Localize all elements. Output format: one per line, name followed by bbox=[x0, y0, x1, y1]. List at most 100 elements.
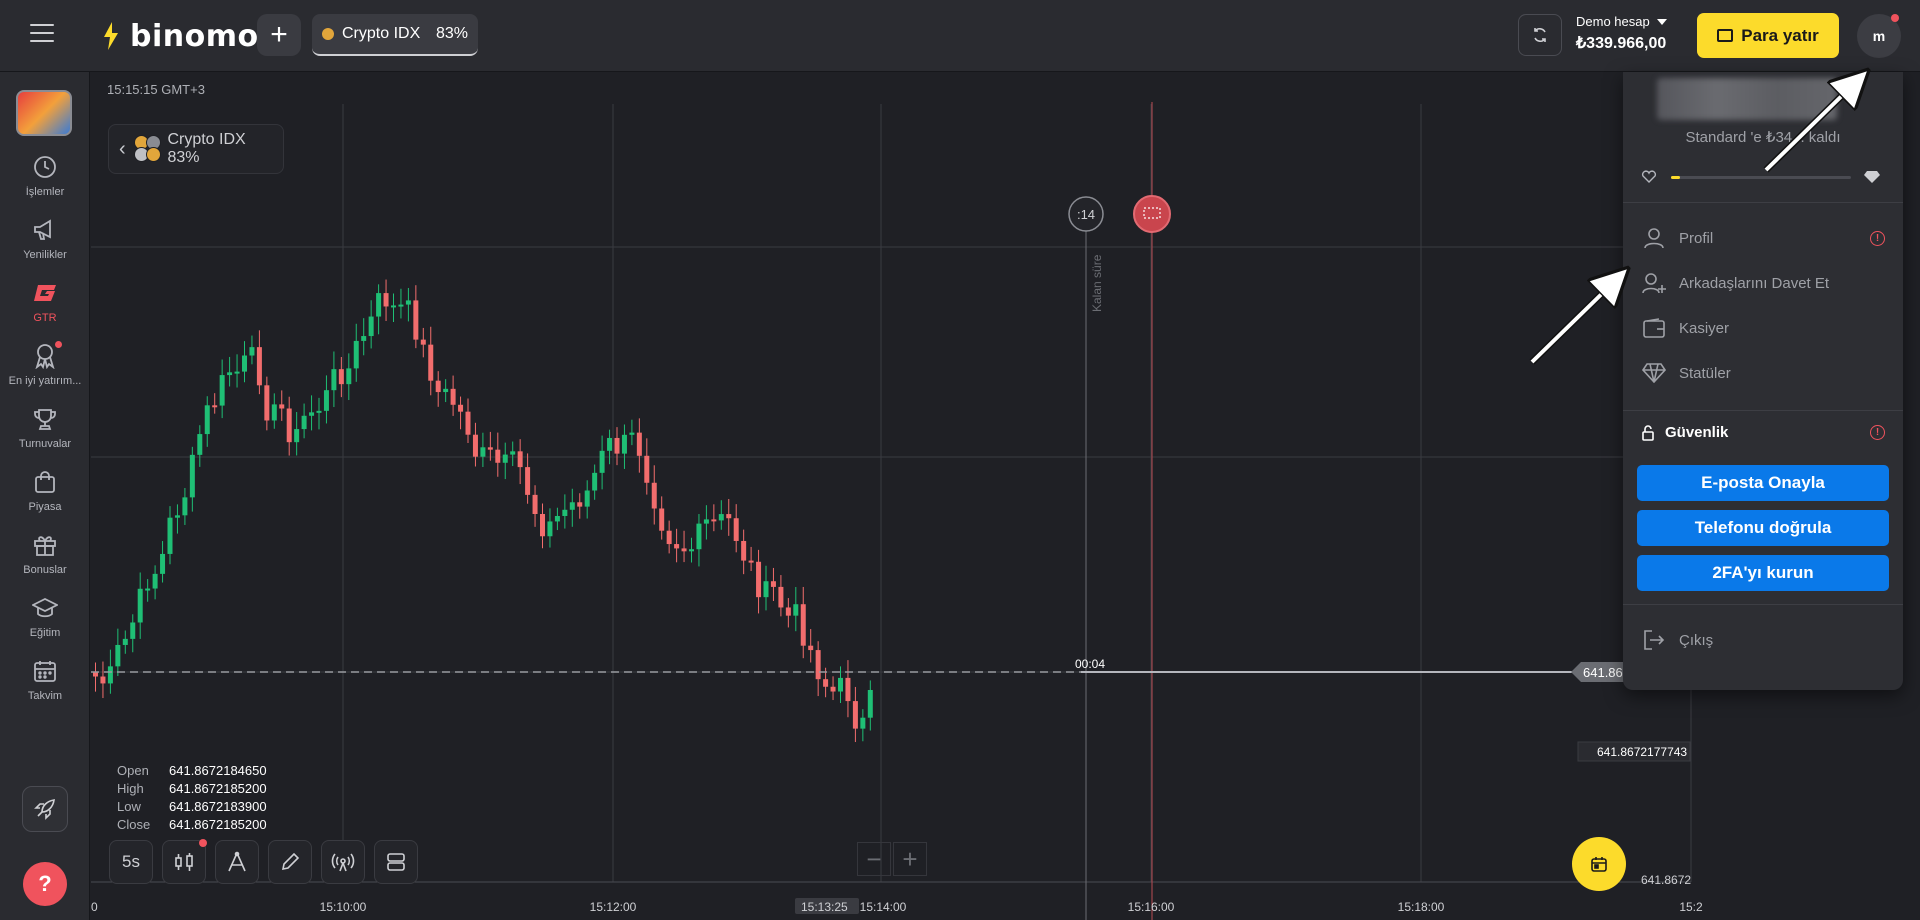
zoom-out-button[interactable]: − bbox=[857, 842, 891, 876]
candle bbox=[219, 375, 225, 406]
sidebar-item-education[interactable]: Eğitim bbox=[0, 595, 90, 639]
x-tick-label: 15:14:00 bbox=[860, 900, 907, 914]
hamburger-menu-icon[interactable] bbox=[30, 24, 54, 44]
sidebar-item-calendar[interactable]: Takvim bbox=[0, 658, 90, 702]
asset-tab-crypto-idx[interactable]: Crypto IDX 83% bbox=[312, 14, 478, 56]
rocket-icon[interactable] bbox=[22, 786, 68, 832]
candle bbox=[167, 517, 173, 554]
candle bbox=[443, 388, 449, 393]
countdown-label: 00:04 bbox=[1075, 657, 1105, 671]
logo-text: binomo bbox=[130, 18, 259, 54]
add-asset-button[interactable]: + bbox=[257, 14, 301, 56]
x-tick-label: 15:13:25 bbox=[801, 900, 848, 914]
candle bbox=[659, 508, 665, 531]
economic-calendar-button[interactable] bbox=[1572, 837, 1626, 891]
current-price-tag: 641.86 bbox=[1583, 665, 1623, 680]
deposit-button[interactable]: Para yatır bbox=[1697, 13, 1839, 58]
sidebar-item-label: İşlemler bbox=[25, 186, 65, 198]
candle bbox=[100, 676, 106, 684]
candle bbox=[405, 300, 411, 305]
candle bbox=[621, 434, 627, 454]
x-tick-label: 0 bbox=[91, 900, 98, 914]
verify-phone-button[interactable]: Telefonu doğrula bbox=[1637, 510, 1889, 546]
layout-icon[interactable] bbox=[374, 840, 418, 884]
setup-2fa-button[interactable]: 2FA'yı kurun bbox=[1637, 555, 1889, 591]
candle bbox=[122, 638, 128, 645]
pencil-icon[interactable] bbox=[268, 840, 312, 884]
asset-info-button[interactable]: ‹ Crypto IDX 83% bbox=[108, 124, 284, 174]
blurred-user-name bbox=[1657, 78, 1837, 120]
candle bbox=[383, 293, 389, 307]
candle bbox=[212, 405, 218, 408]
candle bbox=[703, 519, 709, 524]
security-title: Güvenlik bbox=[1665, 424, 1729, 441]
candle bbox=[644, 455, 650, 483]
candle bbox=[353, 340, 359, 369]
ohlc-high-value: 641.8672185200 bbox=[169, 781, 267, 796]
candle bbox=[309, 412, 315, 416]
avatar[interactable]: m bbox=[1857, 14, 1901, 58]
x-tick-label: 15:12:00 bbox=[590, 900, 637, 914]
candle bbox=[458, 404, 464, 412]
candlestick-icon[interactable] bbox=[162, 839, 207, 884]
candle bbox=[480, 447, 486, 457]
candle bbox=[689, 549, 694, 552]
candle bbox=[577, 502, 583, 507]
gift-icon bbox=[32, 532, 58, 558]
candle bbox=[413, 300, 419, 340]
sidebar-item-label: GTR bbox=[33, 312, 57, 324]
expiry-badge-label: :14 bbox=[1077, 207, 1095, 222]
candle bbox=[517, 451, 523, 468]
candle bbox=[525, 467, 531, 495]
timeframe-button[interactable]: 5s bbox=[109, 840, 153, 884]
candle bbox=[592, 472, 598, 491]
account-selector[interactable]: Demo hesap ₺339.966,00 bbox=[1576, 14, 1667, 56]
x-tick-label: 15:18:00 bbox=[1398, 900, 1445, 914]
candle bbox=[189, 454, 195, 498]
menu-item-invite-friends[interactable]: Arkadaşlarını Davet Et bbox=[1641, 267, 1885, 299]
candle bbox=[845, 677, 851, 702]
zoom-in-button[interactable]: + bbox=[893, 842, 927, 876]
sidebar-item-tournaments[interactable]: Turnuvalar bbox=[0, 406, 90, 450]
calendar-icon bbox=[32, 658, 58, 684]
candle bbox=[636, 432, 642, 456]
signals-icon[interactable] bbox=[321, 840, 365, 884]
candle bbox=[756, 561, 762, 598]
asset-info-label: Crypto IDX 83% bbox=[167, 131, 246, 166]
menu-item-logout[interactable]: Çıkış bbox=[1641, 624, 1885, 656]
sidebar-item-gtr[interactable]: GTR bbox=[0, 280, 90, 324]
sidebar-item-bonuses[interactable]: Bonuslar bbox=[0, 532, 90, 576]
sidebar-item-label: Takvim bbox=[27, 690, 63, 702]
candle bbox=[733, 518, 739, 541]
menu-item-profile[interactable]: Profil ! bbox=[1641, 222, 1885, 254]
binomo-logo[interactable]: binomo bbox=[100, 18, 259, 54]
sidebar-item-trades[interactable]: İşlemler bbox=[0, 154, 90, 198]
drawing-tools-icon[interactable] bbox=[215, 840, 259, 884]
help-icon[interactable]: ? bbox=[23, 862, 67, 906]
candle bbox=[711, 519, 717, 522]
sidebar-item-top-investors[interactable]: En iyi yatırım... bbox=[0, 341, 90, 387]
ohlc-close-label: Close bbox=[117, 817, 151, 832]
app-root: binomo + Crypto IDX 83% Demo hesap ₺339.… bbox=[0, 0, 1920, 920]
sidebar-item-market[interactable]: Piyasa bbox=[0, 469, 90, 513]
verify-email-button[interactable]: E-posta Onayla bbox=[1637, 465, 1889, 501]
menu-item-statuses[interactable]: Statüler bbox=[1641, 357, 1885, 389]
crypto-coins-icon bbox=[133, 135, 161, 163]
promo-banner[interactable] bbox=[16, 90, 72, 136]
status-progress bbox=[1641, 170, 1881, 184]
ohlc-low-label: Low bbox=[117, 799, 141, 814]
user-plus-icon bbox=[1641, 270, 1667, 296]
candle bbox=[376, 293, 382, 317]
sidebar-item-news[interactable]: Yenilikler bbox=[0, 217, 90, 261]
sidebar-item-label: Piyasa bbox=[28, 501, 62, 513]
user-icon bbox=[1641, 225, 1667, 251]
menu-item-cashier[interactable]: Kasiyer bbox=[1641, 312, 1885, 344]
menu-item-label: Arkadaşlarını Davet Et bbox=[1679, 274, 1830, 292]
candle bbox=[331, 369, 337, 391]
sync-icon[interactable] bbox=[1518, 14, 1562, 56]
candle bbox=[666, 530, 672, 545]
ohlc-open-label: Open bbox=[117, 763, 149, 778]
candle bbox=[763, 581, 769, 598]
warning-icon: ! bbox=[1870, 425, 1885, 440]
candle bbox=[554, 515, 560, 522]
